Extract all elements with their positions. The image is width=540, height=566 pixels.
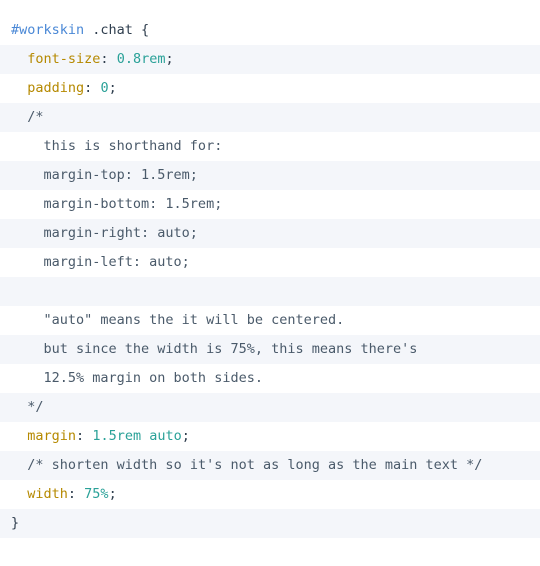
- code-token-comment: margin-right: auto;: [11, 225, 198, 241]
- code-token-comment: but since the width is 75%, this means t…: [11, 341, 418, 357]
- code-token-comment: */: [27, 399, 44, 415]
- code-line: margin: 1.5rem auto;: [0, 422, 540, 451]
- code-token-comment: margin-left: auto;: [11, 254, 190, 270]
- code-line: margin-right: auto;: [0, 219, 540, 248]
- code-line: 12.5% margin on both sides.: [0, 364, 540, 393]
- code-token-prop: padding: [27, 80, 85, 96]
- code-line: this is shorthand for:: [0, 132, 540, 161]
- code-line: /*: [0, 103, 540, 132]
- code-token-value: 0.8rem: [116, 51, 166, 67]
- code-token-punct: :: [67, 486, 85, 502]
- code-token-comment: "auto" means the it will be centered.: [11, 312, 345, 328]
- code-line: padding: 0;: [0, 74, 540, 103]
- code-token-comment: this is shorthand for:: [11, 138, 223, 154]
- code-line: #workskin .chat {: [0, 16, 540, 45]
- code-token-punct: :: [76, 428, 93, 444]
- code-token-selector-id: #workskin: [11, 22, 85, 38]
- code-token-value: 0: [100, 80, 109, 96]
- code-token-comment: margin-bottom: 1.5rem;: [11, 196, 223, 212]
- code-token-prop: font-size: [27, 51, 101, 67]
- code-token-punct: :: [100, 51, 117, 67]
- code-token-prop: width: [27, 486, 68, 502]
- code-line: "auto" means the it will be centered.: [0, 306, 540, 335]
- code-line: font-size: 0.8rem;: [0, 45, 540, 74]
- code-token-plain: .chat {: [84, 22, 150, 38]
- code-line: margin-bottom: 1.5rem;: [0, 190, 540, 219]
- code-line: width: 75%;: [0, 480, 540, 509]
- code-token-comment: 12.5% margin on both sides.: [11, 370, 263, 386]
- code-token-punct: ;: [181, 428, 190, 444]
- trailing-whitespace-area: [0, 538, 540, 566]
- code-token-comment: margin-top: 1.5rem;: [11, 167, 198, 183]
- code-line: but since the width is 75%, this means t…: [0, 335, 540, 364]
- code-token-punct: ;: [108, 80, 117, 96]
- code-token-comment: /* shorten width so it's not as long as …: [27, 457, 483, 473]
- code-lines-container: #workskin .chat { font-size: 0.8rem; pad…: [0, 16, 540, 538]
- code-line: }: [0, 509, 540, 538]
- code-token-plain: }: [11, 515, 20, 531]
- code-line: [0, 277, 540, 306]
- code-token-value: 75%: [84, 486, 109, 502]
- code-line: margin-left: auto;: [0, 248, 540, 277]
- code-token-comment: /*: [27, 109, 44, 125]
- code-token-punct: ;: [108, 486, 117, 502]
- code-line: /* shorten width so it's not as long as …: [0, 451, 540, 480]
- code-token-value: 1.5rem auto: [92, 428, 182, 444]
- code-line: */: [0, 393, 540, 422]
- code-token-punct: ;: [165, 51, 174, 67]
- code-block: #workskin .chat { font-size: 0.8rem; pad…: [0, 0, 540, 538]
- code-token-punct: :: [84, 80, 101, 96]
- code-token-prop: margin: [27, 428, 77, 444]
- code-line: margin-top: 1.5rem;: [0, 161, 540, 190]
